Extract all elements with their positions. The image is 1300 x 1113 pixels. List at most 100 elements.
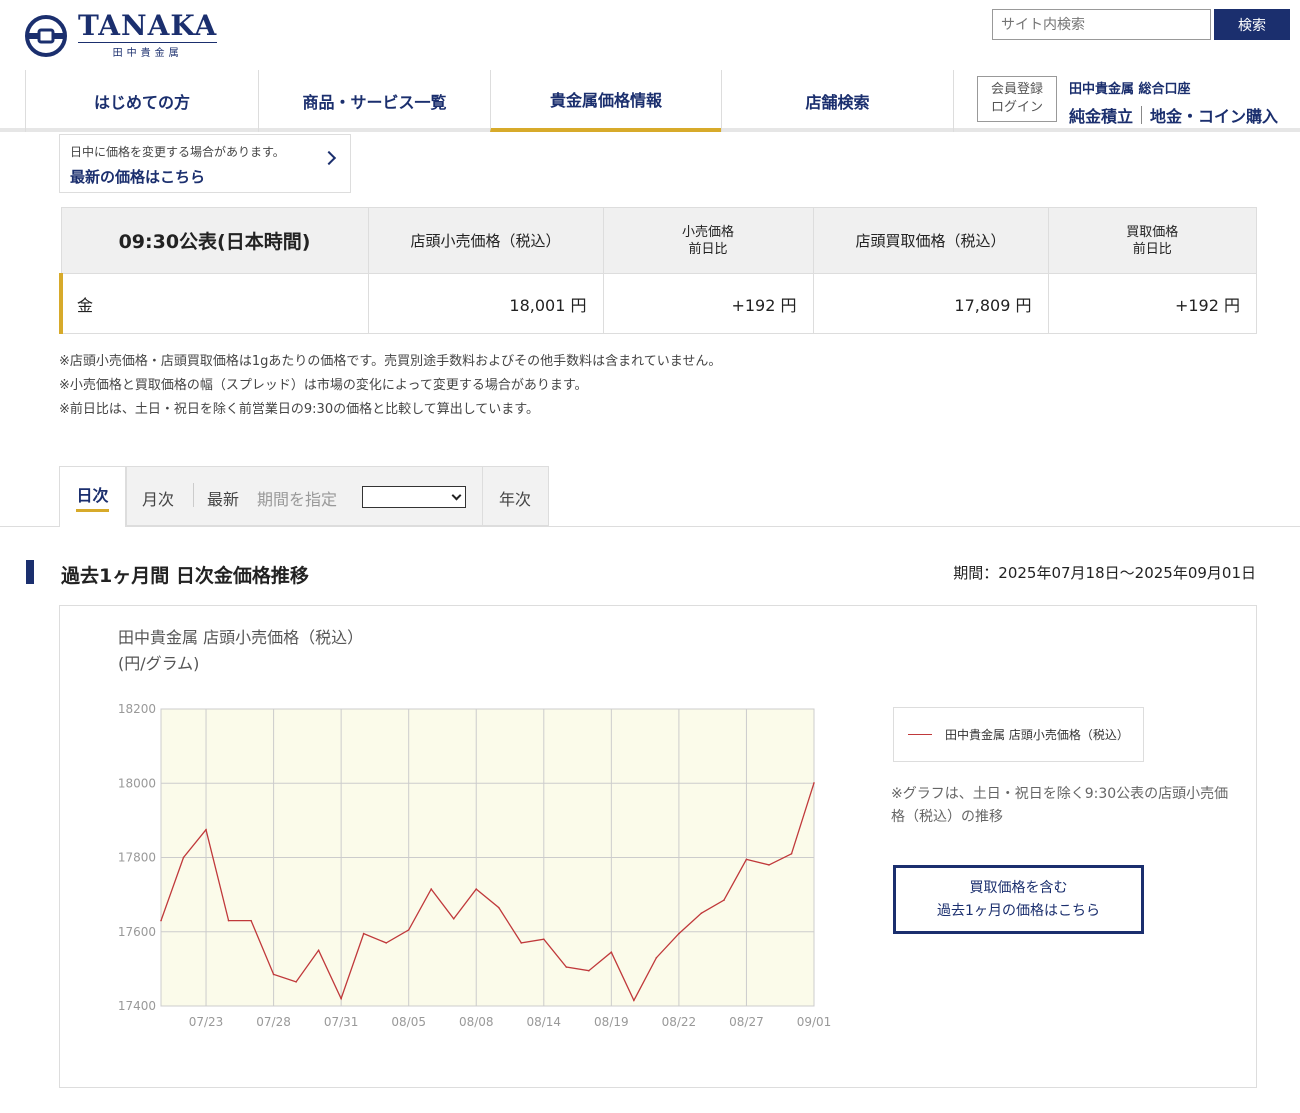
tab-yearly[interactable]: 年次	[499, 486, 531, 510]
buy-link-line1: 買取価格を含む	[969, 879, 1068, 896]
data-point	[723, 899, 725, 901]
x-tick-label: 08/22	[662, 1015, 697, 1029]
header-buy-change-line2: 前日比	[1132, 241, 1172, 257]
x-tick-label: 07/28	[256, 1015, 291, 1029]
tab-daily[interactable]: 日次	[59, 466, 126, 527]
data-point	[407, 929, 410, 931]
header-publish-time: 09:30公表(日本時間)	[60, 207, 369, 274]
data-point	[362, 932, 365, 935]
brand-subname: 田中貴金属	[78, 42, 218, 59]
chart-title: 田中貴金属 店頭小売価格（税込）	[118, 628, 364, 647]
y-tick-label: 17400	[118, 999, 156, 1013]
logo[interactable]: TANAKA 田中貴金属	[24, 9, 218, 59]
data-point	[542, 938, 545, 940]
cell-buy-change: +192 円	[1047, 273, 1257, 334]
tab-separator	[482, 467, 483, 527]
cell-buy-price: 17,809 円	[812, 273, 1049, 334]
x-tick-label: 07/23	[189, 1015, 224, 1029]
account-title: 田中貴金属 総合口座	[1069, 82, 1191, 97]
price-line-chart: 17400 17600 17800 18000 18200 07/23 07/28 07/31…	[118, 702, 832, 1029]
latest-note: 日中に価格を変更する場合があります。	[70, 145, 285, 159]
range-label: 期間を指定	[257, 490, 338, 509]
register-link[interactable]: 会員登録	[991, 81, 1043, 99]
data-point	[227, 919, 230, 922]
data-point	[745, 858, 748, 861]
data-point	[182, 856, 185, 859]
member-login-box[interactable]: 会員登録 ログイン	[977, 76, 1057, 122]
data-point	[497, 906, 500, 909]
data-point	[813, 782, 815, 784]
chart-unit: (円/グラム)	[118, 654, 200, 673]
x-tick-label: 07/31	[324, 1015, 359, 1029]
x-tick-label: 08/27	[729, 1015, 764, 1029]
account-links: 純金積立 地金・コイン購入	[1069, 103, 1278, 127]
tab-group: 月次 最新 期間を指定 年次	[126, 466, 549, 527]
y-tick-label: 17800	[118, 851, 156, 865]
chart-legend: 田中貴金属 店頭小売価格（税込）	[893, 707, 1144, 762]
latest-link-label: 最新の価格はこちら	[70, 168, 206, 186]
data-point	[588, 969, 590, 972]
header-retail-change-line2: 前日比	[688, 241, 728, 257]
data-point	[385, 942, 387, 944]
nav-item-price-info[interactable]: 貴金属価格情報	[490, 70, 721, 132]
data-point	[633, 999, 635, 1002]
data-point	[768, 864, 770, 866]
note-line: ※前日比は、土日・祝日を除く前営業日の9:30の価格と比較して算出しています。	[59, 402, 540, 417]
note-line: ※小売価格と買取価格の幅（スプレッド）は市場の変化によって変更する場合があります…	[59, 378, 588, 393]
nav-item-products[interactable]: 商品・サービス一覧	[258, 70, 490, 132]
search-input[interactable]	[992, 9, 1211, 40]
legend-label: 田中貴金属 店頭小売価格（税込）	[945, 728, 1129, 742]
header-buy: 店頭買取価格（税込）	[812, 207, 1049, 274]
table-row: 金 18,001 円 +192 円 17,809 円 +192 円	[59, 273, 1257, 334]
data-point	[678, 932, 680, 935]
buy-price-link[interactable]: 買取価格を含む 過去1ヶ月の価格はこちら	[893, 865, 1144, 934]
search-button[interactable]: 検索	[1214, 9, 1290, 40]
data-point	[317, 949, 320, 952]
brand-name: TANAKA	[78, 9, 218, 42]
period-text: 期間：2025年07月18日〜2025年09月01日	[953, 564, 1256, 582]
data-point	[205, 828, 207, 831]
tab-monthly[interactable]: 月次	[142, 486, 174, 510]
link-separator	[1141, 106, 1143, 124]
data-point	[475, 888, 478, 890]
data-point	[295, 981, 297, 983]
cell-metal: 金	[59, 273, 369, 334]
header-retail-change: 小売価格 前日比	[602, 207, 814, 274]
data-point	[160, 919, 162, 922]
chart-note: ※グラフは、土日・祝日を除く9:30公表の店頭小売価格（税込）の推移	[891, 786, 1229, 825]
y-tick-label: 18200	[118, 702, 156, 716]
data-point	[565, 966, 568, 968]
nav-item-beginners[interactable]: はじめての方	[25, 70, 258, 132]
header-retail-change-line1: 小売価格	[681, 224, 734, 240]
data-point	[250, 919, 252, 922]
data-point	[655, 956, 658, 959]
tabs-divider	[0, 526, 1300, 527]
section-marker	[26, 560, 34, 584]
main-nav: はじめての方 商品・サービス一覧 貴金属価格情報 店舗検索 会員登録 ログイン …	[0, 70, 1300, 132]
data-point	[700, 912, 703, 914]
x-tick-label: 08/05	[391, 1015, 426, 1029]
x-tick-label: 09/01	[797, 1015, 832, 1029]
data-point	[272, 973, 275, 976]
range-select[interactable]	[362, 486, 466, 508]
latest-price-link[interactable]: 日中に価格を変更する場合があります。 最新の価格はこちら	[59, 134, 351, 193]
note-line: ※店頭小売価格・店頭買取価格は1gあたりの価格です。売買別途手数料およびその他手…	[59, 354, 722, 369]
header-retail: 店頭小売価格（税込）	[367, 207, 604, 274]
tanaka-logo-icon	[25, 14, 67, 57]
x-tick-label: 08/14	[526, 1015, 561, 1029]
price-table: 09:30公表(日本時間) 店頭小売価格（税込） 小売価格 前日比 店頭買取価格…	[59, 207, 1257, 334]
table-header-row: 09:30公表(日本時間) 店頭小売価格（税込） 小売価格 前日比 店頭買取価格…	[60, 207, 1257, 274]
legend-swatch	[908, 734, 932, 735]
link-accumulation[interactable]: 純金積立	[1069, 103, 1133, 127]
buy-link-line2: 過去1ヶ月の価格はこちら	[937, 902, 1100, 919]
link-bullion-coin[interactable]: 地金・コイン購入	[1150, 103, 1278, 127]
chevron-down-icon	[451, 490, 462, 501]
cell-retail-price: 18,001 円	[367, 273, 604, 334]
login-link[interactable]: ログイン	[991, 99, 1043, 117]
nav-item-store-search[interactable]: 店舗検索	[721, 70, 954, 132]
tab-latest[interactable]: 最新	[207, 486, 239, 510]
cell-retail-change: +192 円	[602, 273, 814, 334]
data-point	[430, 888, 433, 890]
y-tick-label: 17600	[118, 925, 156, 939]
price-notes: ※店頭小売価格・店頭買取価格は1gあたりの価格です。売買別途手数料およびその他手…	[59, 350, 721, 422]
